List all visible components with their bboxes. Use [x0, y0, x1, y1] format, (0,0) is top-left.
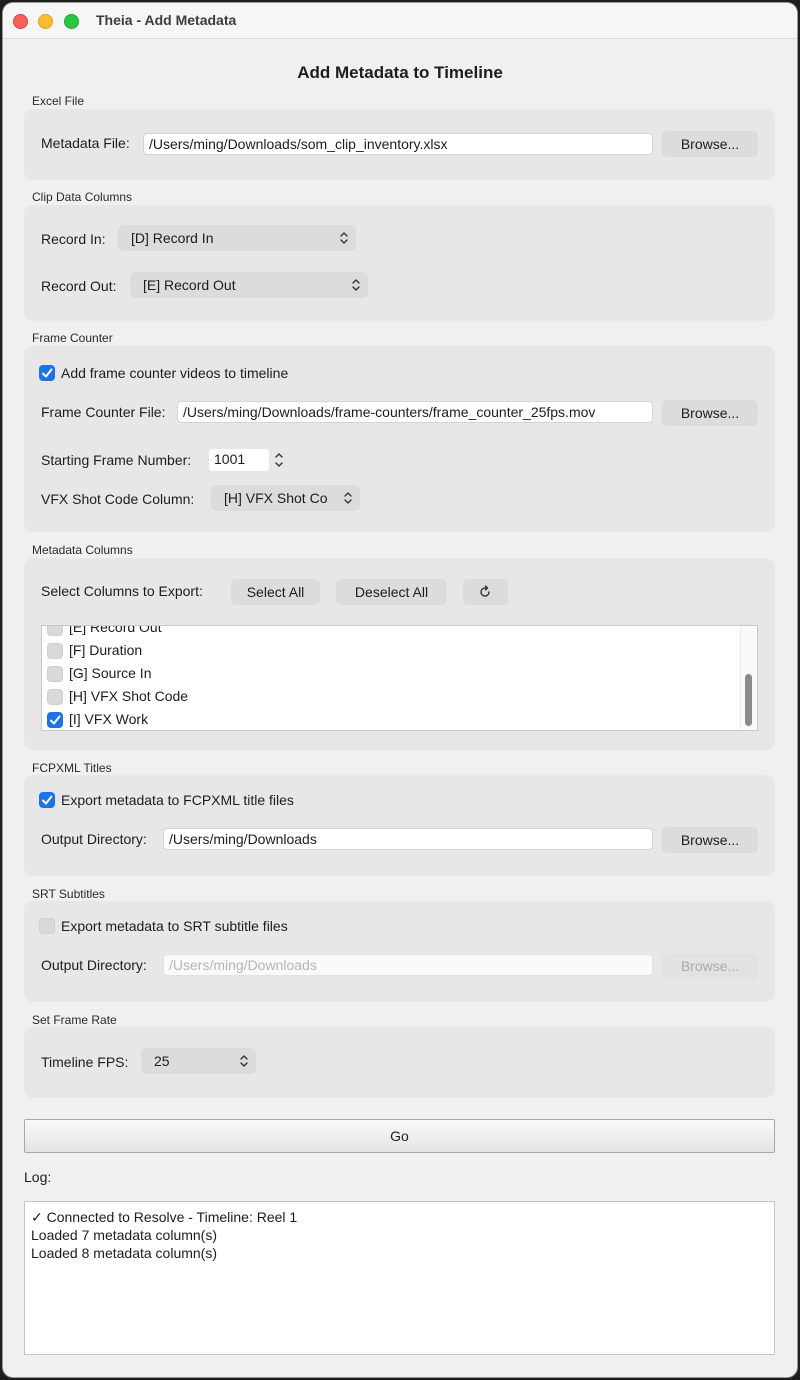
chevron-updown-icon: [240, 1055, 248, 1067]
metadata-file-browse-button[interactable]: Browse...: [662, 131, 758, 157]
srt-group: Export metadata to SRT subtitle files Ou…: [24, 901, 775, 1002]
frame-rate-section-label: Set Frame Rate: [32, 1013, 117, 1027]
vfx-shot-code-label: VFX Shot Code Column:: [41, 491, 195, 507]
log-line: Loaded 7 metadata column(s): [31, 1227, 217, 1243]
fcpxml-output-dir-label: Output Directory:: [41, 831, 147, 847]
frame-counter-file-field[interactable]: /Users/ming/Downloads/frame-counters/fra…: [177, 401, 653, 423]
record-in-select[interactable]: [D] Record In: [118, 225, 356, 251]
window-title: Theia - Add Metadata: [96, 12, 237, 28]
srt-output-dir-label: Output Directory:: [41, 957, 147, 973]
column-checkbox[interactable]: [47, 626, 63, 636]
chevron-updown-icon: [352, 279, 360, 291]
checkmark-icon: [42, 368, 53, 378]
select-all-button[interactable]: Select All: [231, 579, 320, 605]
metadata-columns-list[interactable]: [E] Record Out [F] Duration [G] Source I…: [41, 625, 758, 731]
scrollbar-thumb[interactable]: [745, 674, 752, 726]
excel-group: Metadata File: /Users/ming/Downloads/som…: [24, 109, 775, 180]
timeline-fps-value: 25: [154, 1053, 170, 1069]
add-frame-counter-checkbox[interactable]: [39, 365, 55, 381]
starting-frame-field[interactable]: 1001: [209, 449, 269, 471]
starting-frame-stepper[interactable]: [272, 449, 286, 471]
srt-output-dir-field[interactable]: /Users/ming/Downloads: [163, 954, 653, 976]
metadata-file-field[interactable]: /Users/ming/Downloads/som_clip_inventory…: [143, 133, 653, 155]
column-checkbox[interactable]: [47, 643, 63, 659]
timeline-fps-label: Timeline FPS:: [41, 1054, 129, 1070]
column-label: [E] Record Out: [69, 625, 162, 635]
log-label: Log:: [24, 1169, 52, 1185]
zoom-window-button[interactable]: [64, 14, 79, 29]
record-out-label: Record Out:: [41, 278, 117, 294]
title-bar: Theia - Add Metadata: [3, 3, 797, 39]
list-item[interactable]: [H] VFX Shot Code: [42, 686, 732, 709]
fcpxml-output-dir-field[interactable]: /Users/ming/Downloads: [163, 828, 653, 850]
fcpxml-export-label: Export metadata to FCPXML title files: [61, 792, 294, 808]
app-window: Theia - Add Metadata Add Metadata to Tim…: [3, 3, 797, 1377]
column-label: [F] Duration: [69, 642, 143, 658]
frame-rate-group: Timeline FPS: 25: [24, 1027, 775, 1098]
column-label: [I] VFX Work: [69, 711, 149, 727]
checkmark-icon: [50, 715, 61, 725]
refresh-icon: [480, 585, 490, 597]
checkmark-icon: [42, 795, 53, 805]
srt-section-label: SRT Subtitles: [32, 887, 105, 901]
fcpxml-export-checkbox[interactable]: [39, 792, 55, 808]
column-label: [G] Source In: [69, 665, 152, 681]
select-columns-label: Select Columns to Export:: [41, 583, 203, 599]
clip-section-label: Clip Data Columns: [32, 190, 133, 204]
list-item[interactable]: [E] Record Out: [42, 625, 732, 640]
deselect-all-button[interactable]: Deselect All: [336, 579, 447, 605]
fcpxml-browse-button[interactable]: Browse...: [662, 827, 758, 853]
srt-browse-button[interactable]: Browse...: [662, 953, 758, 979]
chevron-updown-icon: [344, 492, 352, 504]
column-checkbox[interactable]: [47, 689, 63, 705]
add-frame-counter-label: Add frame counter videos to timeline: [61, 365, 289, 381]
record-out-select[interactable]: [E] Record Out: [130, 272, 368, 298]
fcpxml-section-label: FCPXML Titles: [32, 761, 112, 775]
log-line: Loaded 8 metadata column(s): [31, 1245, 217, 1261]
fcpxml-group: Export metadata to FCPXML title files Ou…: [24, 775, 775, 876]
metadata-section-label: Metadata Columns: [32, 543, 133, 557]
log-output[interactable]: ✓ Connected to Resolve - Timeline: Reel …: [24, 1201, 775, 1355]
minimize-window-button[interactable]: [38, 14, 53, 29]
chevron-updown-icon: [340, 232, 348, 244]
log-line: ✓ Connected to Resolve - Timeline: Reel …: [31, 1209, 298, 1225]
frame-counter-browse-button[interactable]: Browse...: [662, 400, 758, 426]
vfx-shot-code-select[interactable]: [H] VFX Shot Co: [211, 485, 360, 511]
list-scrollbar[interactable]: [740, 626, 757, 730]
starting-frame-label: Starting Frame Number:: [41, 452, 192, 468]
list-item[interactable]: [I] VFX Work: [42, 709, 732, 730]
list-item[interactable]: [F] Duration: [42, 640, 732, 663]
frame-counter-section-label: Frame Counter: [32, 331, 113, 345]
record-in-label: Record In:: [41, 231, 106, 247]
refresh-button[interactable]: [463, 579, 508, 605]
srt-export-label: Export metadata to SRT subtitle files: [61, 918, 288, 934]
clip-group: Record In: [D] Record In Record Out: [E]…: [24, 205, 775, 321]
metadata-file-label: Metadata File:: [41, 135, 130, 151]
column-checkbox[interactable]: [47, 666, 63, 682]
close-window-button[interactable]: [13, 14, 28, 29]
timeline-fps-select[interactable]: 25: [141, 1048, 256, 1074]
record-in-value: [D] Record In: [131, 230, 214, 246]
srt-export-checkbox[interactable]: [39, 918, 55, 934]
vfx-shot-code-value: [H] VFX Shot Co: [224, 490, 328, 506]
page-title: Add Metadata to Timeline: [297, 63, 503, 82]
excel-section-label: Excel File: [32, 94, 85, 108]
column-label: [H] VFX Shot Code: [69, 688, 189, 704]
frame-counter-group: Add frame counter videos to timeline Fra…: [24, 346, 775, 532]
record-out-value: [E] Record Out: [143, 277, 236, 293]
frame-counter-file-label: Frame Counter File:: [41, 404, 166, 420]
go-button[interactable]: Go: [24, 1119, 775, 1153]
list-item[interactable]: [G] Source In: [42, 663, 732, 686]
column-checkbox[interactable]: [47, 712, 63, 728]
